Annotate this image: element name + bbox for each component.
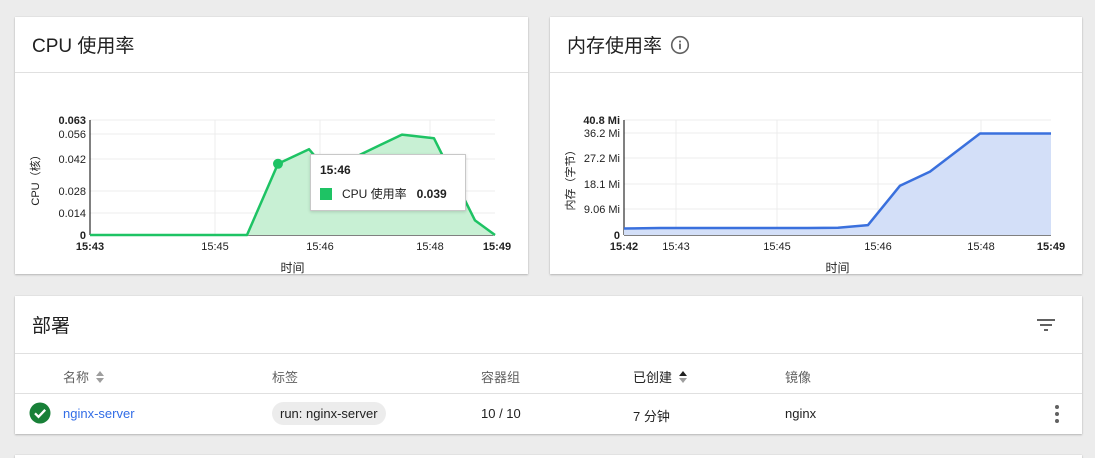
memory-y-tick-label: 9.06 Mi bbox=[584, 204, 620, 216]
column-name-label: 名称 bbox=[63, 370, 90, 385]
info-icon[interactable] bbox=[670, 35, 690, 55]
deployment-name-link[interactable]: nginx-server bbox=[63, 406, 135, 421]
cpu-y-tick-label: 0.056 bbox=[58, 129, 86, 141]
column-created-label: 已创建 bbox=[633, 370, 673, 385]
column-header-labels: 标签 bbox=[272, 367, 298, 386]
memory-card-header: 内存使用率 bbox=[550, 17, 1082, 73]
column-header-pods: 容器组 bbox=[481, 367, 520, 386]
column-header-created[interactable]: 已创建 bbox=[633, 367, 688, 386]
deployments-card-header: 部署 bbox=[15, 296, 1082, 354]
memory-card-title: 内存使用率 bbox=[567, 36, 663, 57]
memory-usage-card: 内存使用率 0 9.06 Mi 18.1 Mi 27.2 Mi 36.2 Mi 40.8 … bbox=[550, 17, 1082, 274]
cpu-y-tick-label: 0.014 bbox=[58, 208, 86, 220]
cpu-x-tick-label: 15:43 bbox=[76, 241, 104, 253]
cpu-y-axis-title: CPU（核） bbox=[28, 149, 42, 205]
memory-x-axis-title: 时间 bbox=[825, 261, 849, 274]
sort-unsorted-icon bbox=[96, 370, 105, 383]
cpu-y-tick-label: 0.063 bbox=[58, 115, 86, 127]
cpu-x-tick-label: 15:45 bbox=[201, 241, 229, 253]
deployments-table-header: 名称 标签 容器组 已创建 镜像 bbox=[15, 354, 1082, 394]
more-vert-icon[interactable] bbox=[1054, 403, 1060, 425]
check-circle-icon bbox=[29, 402, 51, 424]
memory-y-tick-label: 27.2 Mi bbox=[584, 153, 620, 165]
cpu-chart-tooltip: 15:46 CPU 使用率 0.039 bbox=[310, 154, 466, 211]
cpu-card-header: CPU 使用率 bbox=[15, 17, 528, 73]
memory-y-tick-label: 40.8 Mi bbox=[583, 115, 620, 127]
tooltip-value: 0.039 bbox=[416, 186, 447, 201]
cpu-card-title: CPU 使用率 bbox=[32, 36, 135, 57]
memory-x-tick-label: 15:45 bbox=[763, 241, 791, 253]
memory-y-tick-label: 18.1 Mi bbox=[584, 179, 620, 191]
cpu-x-tick-label: 15:48 bbox=[416, 241, 444, 253]
column-pods-label: 容器组 bbox=[481, 370, 521, 385]
cpu-x-tick-label: 15:46 bbox=[306, 241, 334, 253]
cpu-y-tick-label: 0.028 bbox=[58, 186, 86, 198]
memory-x-tick-label: 15:46 bbox=[864, 241, 892, 253]
memory-usage-chart: 09.06 Mi18.1 Mi27.2 Mi36.2 Mi40.8 Mi15:4… bbox=[563, 115, 1065, 274]
tooltip-series-swatch bbox=[320, 187, 332, 200]
tooltip-time: 15:46 bbox=[320, 163, 351, 177]
memory-x-tick-label: 15:49 bbox=[1037, 241, 1065, 253]
memory-x-tick-label: 15:43 bbox=[662, 241, 690, 253]
sort-ascending-icon bbox=[679, 370, 688, 383]
cpu-y-tick-label: 0.042 bbox=[58, 154, 86, 166]
pods-count: 10 / 10 bbox=[481, 406, 521, 421]
tooltip-series-label: CPU 使用率 bbox=[342, 187, 407, 201]
memory-x-tick-label: 15:42 bbox=[610, 241, 638, 253]
column-images-label: 镜像 bbox=[785, 370, 812, 385]
cpu-x-axis-title: 时间 bbox=[280, 261, 304, 274]
cpu-usage-card: CPU 使用率 0 0.014 0.028 0.042 0.056 0.063 15:43 1… bbox=[15, 17, 528, 274]
memory-y-axis-title: 内存（字节） bbox=[563, 145, 577, 211]
filter-icon[interactable] bbox=[1034, 313, 1058, 337]
memory-x-tick-label: 15:48 bbox=[967, 241, 995, 253]
deployments-card: 部署 名称 标签 容器组 已创建 镜像 nginx-server run: ng… bbox=[15, 296, 1082, 434]
cpu-x-tick-label: 15:49 bbox=[483, 241, 511, 253]
cpu-hover-point bbox=[273, 158, 283, 169]
image-name: nginx bbox=[785, 406, 817, 421]
column-header-name[interactable]: 名称 bbox=[63, 367, 105, 386]
column-header-images: 镜像 bbox=[785, 367, 811, 386]
deployments-title: 部署 bbox=[32, 316, 71, 337]
created-age: 7 分钟 bbox=[633, 409, 670, 424]
label-chip: run: nginx-server bbox=[272, 402, 386, 425]
memory-y-tick-label: 36.2 Mi bbox=[584, 128, 620, 140]
column-labels-label: 标签 bbox=[272, 370, 299, 385]
table-row: nginx-server run: nginx-server 10 / 10 7… bbox=[15, 394, 1082, 434]
